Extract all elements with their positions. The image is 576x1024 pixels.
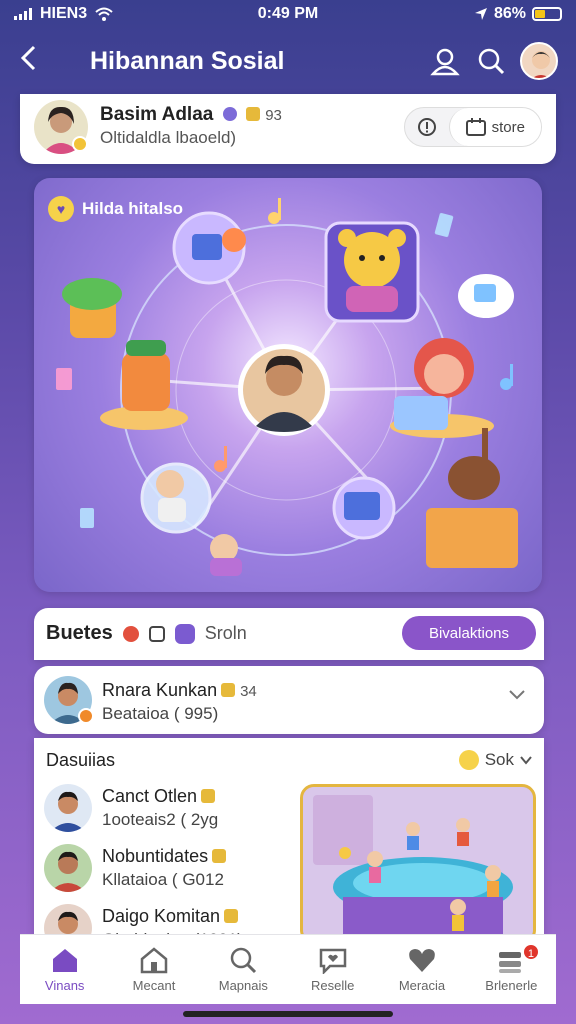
- info-icon: [417, 118, 436, 136]
- emoji-icon: [458, 750, 479, 770]
- status-bar: HIEN3 0:49 PM 86%: [0, 0, 576, 28]
- back-button[interactable]: [18, 44, 58, 78]
- battery-label: 86%: [493, 5, 526, 22]
- device-node: [332, 476, 396, 540]
- friend-avatar: [44, 844, 92, 892]
- profile-name: Basim Adlaa 93: [100, 104, 282, 125]
- game-thumbnail[interactable]: [300, 784, 536, 938]
- list-item[interactable]: Daigo Komitan Oboldaalaa (1001): [34, 902, 304, 938]
- house-outline-icon: [140, 947, 168, 974]
- chat-heart-icon: [319, 948, 346, 974]
- list-item[interactable]: Nobuntidates Kllataioa ( G012: [34, 842, 304, 898]
- clock: 0:49 PM: [257, 5, 319, 22]
- friend-subtitle: Kllataioa ( G012: [102, 870, 224, 889]
- profile-actions: store: [403, 107, 542, 147]
- notification-badge: 1: [521, 943, 540, 961]
- calendar-icon: [465, 118, 486, 136]
- best-section-header: Buetes Sroln Bivalaktions: [34, 608, 544, 660]
- crown-icon: [224, 909, 239, 923]
- carrier-label: HIEN3: [40, 5, 88, 22]
- header-avatar[interactable]: [520, 42, 558, 80]
- profile-badge-count: 93: [265, 107, 282, 124]
- profile-subtitle: Oltidaldla lbaoeld): [100, 128, 237, 147]
- rose-icon: [122, 625, 139, 642]
- tab-favorites[interactable]: Meracia: [377, 935, 466, 1004]
- bottom-tab-bar: Vinans Mecant Mapnais Reselle Meracia 1 …: [20, 934, 556, 1004]
- app-header: Hibannan Sosial: [0, 28, 576, 94]
- friends-list-card: Dasuiias Sok Canct Otlen 1ooteais2 ( 2yg…: [34, 738, 544, 938]
- contact-name: Rnara Kunkan 34: [102, 680, 257, 700]
- friend-name: Nobuntidates: [102, 846, 209, 866]
- page-title: Hibannan Sosial: [90, 46, 285, 75]
- friend-subtitle: 1ooteais2 ( 2yg: [102, 810, 219, 829]
- bear-avatar-node: [324, 221, 420, 323]
- store-label: store: [491, 118, 525, 136]
- home-icon: [52, 949, 77, 972]
- contact-card[interactable]: Rnara Kunkan 34 Beataioa ( 995): [34, 666, 544, 734]
- friend-name: Daigo Komitan: [102, 906, 221, 926]
- link-icon: [148, 625, 165, 642]
- status-dot-icon: [78, 708, 94, 724]
- chevron-down-icon: [520, 756, 532, 765]
- best-title: Buetes Sroln: [46, 622, 247, 644]
- crown-icon: [212, 849, 227, 863]
- tab-mecant[interactable]: Mecant: [109, 935, 198, 1004]
- crown-icon: [201, 789, 216, 803]
- verified-badge-icon: [72, 136, 88, 152]
- profile-card[interactable]: Basim Adlaa 93 Oltidaldla lbaoeld) store: [20, 94, 556, 164]
- primary-action-button[interactable]: Bivalaktions: [402, 616, 536, 650]
- list-title: Dasuiias: [46, 750, 116, 770]
- signal-icon: [14, 8, 32, 20]
- hero-illustration[interactable]: ♥ Hilda hitalso: [34, 178, 542, 592]
- list-item[interactable]: Canct Otlen 1ooteais2 ( 2yg: [34, 782, 304, 838]
- hero-label: ♥ Hilda hitalso: [48, 196, 183, 222]
- tab-messages[interactable]: Reselle: [288, 935, 377, 1004]
- plant-node: [62, 278, 122, 338]
- center-avatar: [238, 344, 330, 436]
- heart-icon: [409, 949, 435, 972]
- hero-network-graphic: [56, 198, 518, 576]
- search-button[interactable]: [474, 44, 508, 78]
- search-icon: [231, 947, 257, 974]
- info-button[interactable]: [405, 108, 449, 146]
- friend-avatar: [44, 904, 92, 938]
- tab-more[interactable]: 1 Brlenerle: [467, 935, 556, 1004]
- battery-icon: [532, 7, 562, 21]
- crown-icon: [221, 683, 236, 697]
- store-button[interactable]: store: [448, 108, 541, 146]
- robot-avatar-node: [172, 211, 246, 285]
- friend-avatar: [44, 784, 92, 832]
- search-icon: [478, 48, 505, 75]
- list-action[interactable]: Sok: [458, 750, 532, 770]
- verified-icon: [222, 107, 237, 121]
- crown-icon: [245, 107, 260, 121]
- user-icon: [430, 48, 460, 76]
- chevron-down-icon: [509, 690, 525, 700]
- heart-badge-icon: ♥: [48, 196, 74, 222]
- game-scene-graphic: [303, 787, 533, 938]
- tab-search[interactable]: Mapnais: [199, 935, 288, 1004]
- contact-badge-count: 34: [240, 683, 257, 700]
- profile-button[interactable]: [428, 44, 462, 78]
- location-arrow-icon: [474, 8, 487, 20]
- expand-button[interactable]: [508, 688, 526, 706]
- chat-bubble-icon: [458, 274, 514, 318]
- game-icon: [174, 623, 195, 644]
- chevron-left-icon: [20, 45, 36, 71]
- home-indicator: [183, 1011, 393, 1017]
- contact-subtitle: Beataioa ( 995): [102, 704, 219, 723]
- wifi-icon: [95, 7, 113, 21]
- cat-avatar-node: [100, 340, 188, 430]
- tab-home[interactable]: Vinans: [20, 935, 109, 1004]
- friend-name: Canct Otlen: [102, 786, 198, 806]
